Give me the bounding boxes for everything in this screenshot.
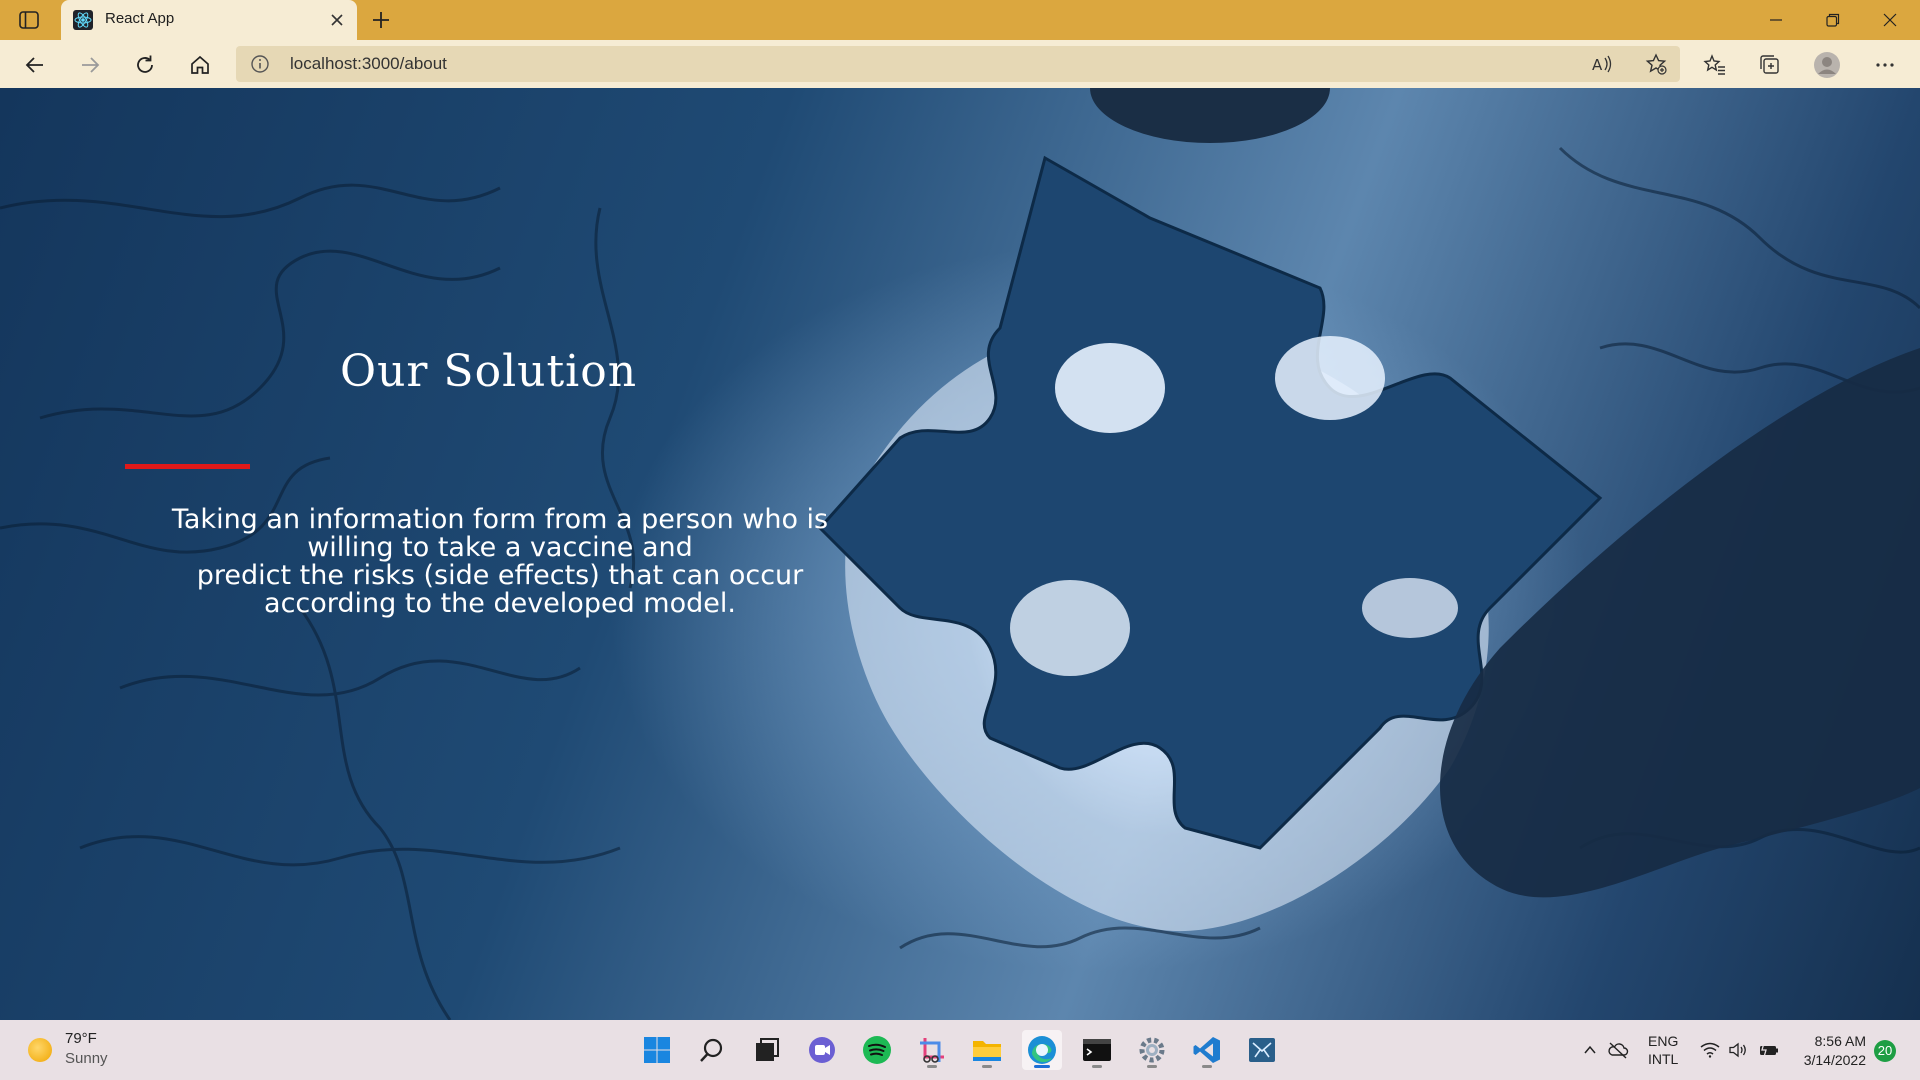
system-clock[interactable]: 8:56 AM 3/14/2022 [1794,1032,1866,1070]
favorites-icon[interactable] [1700,50,1730,80]
collections-icon[interactable] [1755,50,1785,80]
close-tab-icon[interactable] [327,10,347,30]
keyboard-layout: INTL [1648,1051,1679,1067]
teams-chat-icon[interactable] [802,1030,842,1070]
terminal-icon[interactable] [1077,1030,1117,1070]
home-icon[interactable] [185,50,215,80]
vscode-icon[interactable] [1187,1030,1227,1070]
weather-temperature[interactable]: 79°F [65,1030,97,1047]
task-view-icon[interactable] [747,1030,787,1070]
browser-titlebar: React App [0,0,1920,40]
description-line: willing to take a vaccine and [307,532,693,563]
start-icon[interactable] [637,1030,677,1070]
weather-condition[interactable]: Sunny [65,1050,108,1067]
tab-actions-icon[interactable] [18,9,40,31]
close-window-icon[interactable] [1862,0,1918,40]
url-text: localhost:3000/about [290,54,447,73]
add-favorite-icon[interactable] [1644,52,1668,76]
spotify-icon[interactable] [857,1030,897,1070]
running-indicator [927,1065,937,1068]
search-icon[interactable] [692,1030,732,1070]
description-line: according to the developed model. [264,588,736,619]
battery-charging-icon[interactable] [1757,1038,1781,1062]
snipping-tool-icon[interactable] [912,1030,952,1070]
wifi-icon[interactable] [1698,1038,1722,1062]
clock-date: 3/14/2022 [1803,1052,1866,1068]
minimize-icon[interactable] [1748,0,1804,40]
refresh-icon[interactable] [130,50,160,80]
forward-icon[interactable] [75,50,105,80]
notification-count-badge[interactable]: 20 [1874,1040,1896,1062]
clock-time: 8:56 AM [1814,1033,1866,1049]
page-heading: Our Solution [340,346,638,397]
tab-title: React App [105,10,175,27]
react-logo-icon [73,10,93,30]
read-aloud-icon[interactable]: A [1590,52,1614,76]
description-line: predict the risks (side effects) that ca… [196,560,804,591]
language-code: ENG [1648,1033,1679,1049]
input-language-indicator[interactable]: ENG INTL [1648,1032,1678,1068]
svg-text:A: A [1592,56,1603,74]
onedrive-offline-icon[interactable] [1606,1038,1630,1062]
solution-description: Taking an information form from a person… [150,506,850,618]
volume-icon[interactable] [1726,1038,1750,1062]
description-line: Taking an information form from a person… [171,504,829,535]
active-app-indicator [1034,1065,1050,1068]
restore-icon[interactable] [1805,0,1861,40]
more-options-icon[interactable] [1870,50,1900,80]
site-info-icon[interactable] [250,54,270,74]
settings-gear-icon[interactable] [1132,1030,1172,1070]
app-window-icon[interactable] [1242,1030,1282,1070]
new-tab-icon[interactable] [370,9,392,31]
browser-toolbar: localhost:3000/about A [0,40,1920,88]
back-icon[interactable] [20,50,50,80]
running-indicator [982,1065,992,1068]
windows-taskbar: 79°F Sunny ENG INTL 8:56 AM 3/14/2022 20 [0,1020,1920,1080]
address-bar[interactable]: localhost:3000/about A [236,46,1680,82]
sun-icon[interactable] [28,1038,52,1062]
profile-avatar[interactable] [1812,50,1842,80]
running-indicator [1202,1065,1212,1068]
heading-accent-underline [125,464,250,469]
running-indicator [1092,1065,1102,1068]
edge-browser-icon[interactable] [1022,1030,1062,1070]
about-page: Our Solution Taking an information form … [0,88,1920,1020]
browser-tab[interactable]: React App [61,0,357,40]
file-explorer-icon[interactable] [967,1030,1007,1070]
chevron-up-icon[interactable] [1578,1038,1602,1062]
running-indicator [1147,1065,1157,1068]
